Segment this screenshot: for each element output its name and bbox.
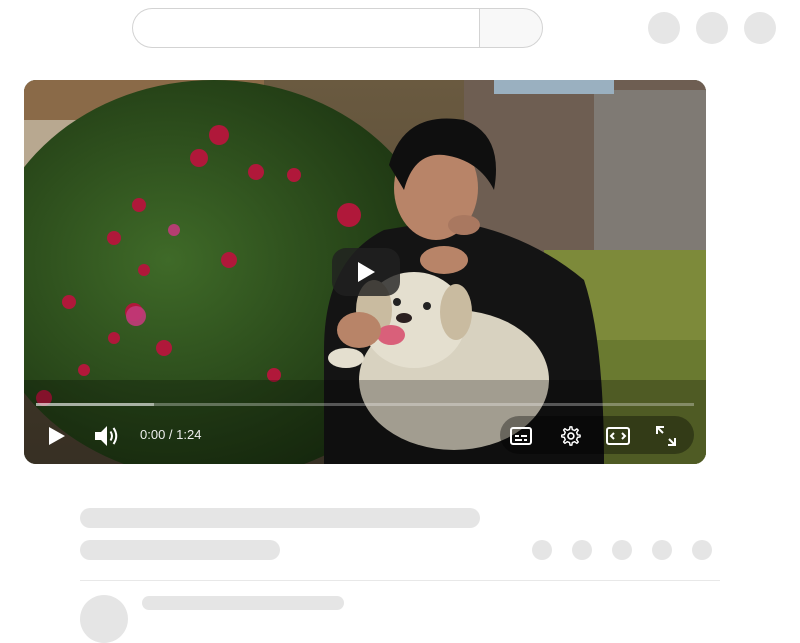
theater-mode-button[interactable] xyxy=(600,418,636,454)
channel-placeholder xyxy=(80,540,280,560)
buffered-progress xyxy=(36,403,155,406)
play-icon xyxy=(358,262,375,282)
action-placeholder xyxy=(532,540,552,560)
header-placeholder-circle[interactable] xyxy=(744,12,776,44)
settings-button[interactable] xyxy=(552,418,588,454)
action-placeholder xyxy=(652,540,672,560)
action-placeholder xyxy=(692,540,712,560)
progress-bar[interactable] xyxy=(36,403,694,406)
title-placeholder xyxy=(80,508,480,528)
search-button[interactable] xyxy=(479,8,543,48)
time-separator: / xyxy=(165,427,177,442)
action-placeholder xyxy=(612,540,632,560)
comment-placeholder xyxy=(142,596,344,610)
volume-icon xyxy=(95,426,118,446)
play-icon xyxy=(49,427,65,445)
divider xyxy=(80,580,720,581)
total-duration: 1:24 xyxy=(176,427,202,442)
video-player[interactable]: 0:00 / 1:24 xyxy=(24,80,706,464)
theater-mode-icon xyxy=(606,427,630,445)
current-time: 0:00 xyxy=(140,427,166,442)
header-placeholder-circle[interactable] xyxy=(648,12,680,44)
fullscreen-button[interactable] xyxy=(648,418,684,454)
header-placeholder-circle[interactable] xyxy=(696,12,728,44)
captions-icon xyxy=(510,427,532,445)
fullscreen-icon xyxy=(656,426,676,446)
avatar-placeholder xyxy=(80,595,128,643)
gear-icon xyxy=(561,426,581,446)
large-play-button[interactable] xyxy=(332,248,400,296)
volume-button[interactable] xyxy=(89,418,125,454)
action-placeholder xyxy=(572,540,592,560)
play-button[interactable] xyxy=(39,418,75,454)
search-input[interactable] xyxy=(132,8,480,48)
captions-button[interactable] xyxy=(503,418,539,454)
time-display: 0:00 / 1:24 xyxy=(140,426,201,444)
